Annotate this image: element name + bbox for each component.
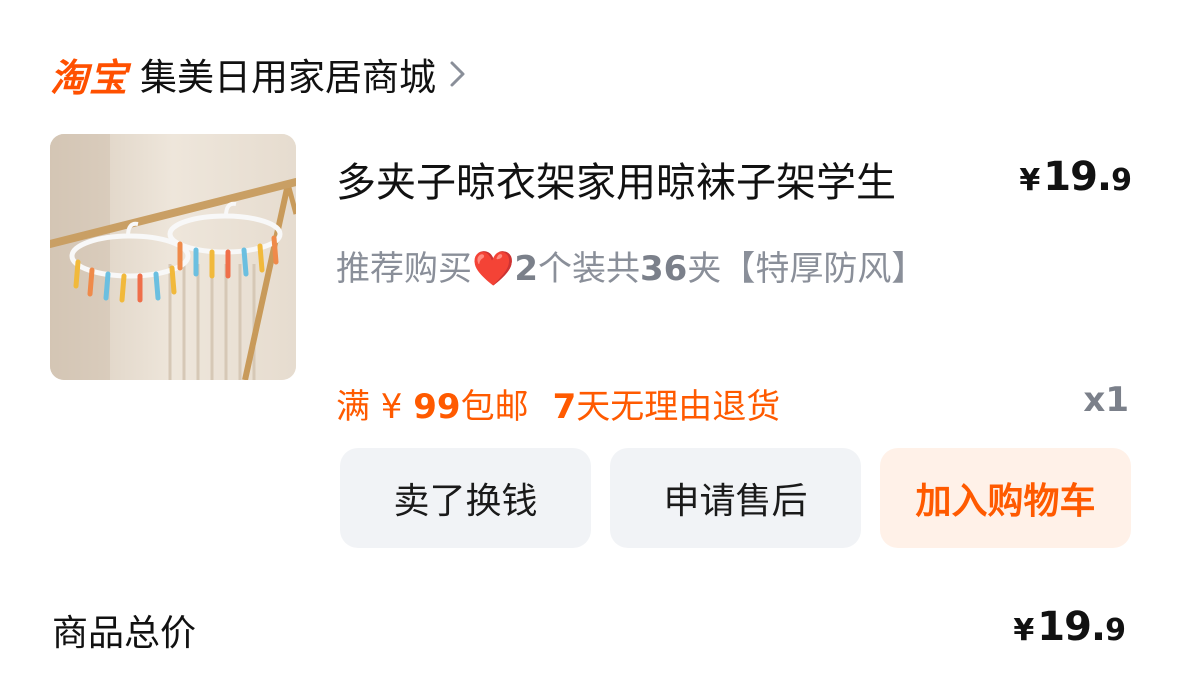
clothes-hanger-image [50,134,296,380]
spec-num-clips: 36 [640,249,688,289]
promo-tags: 满 ¥ 99包邮 7天无理由退货 [336,378,780,428]
total-label: 商品总价 [52,613,197,654]
product-spec: 推荐购买❤️2个装共36夹【特厚防风】 [336,240,956,298]
return-policy-text: 天无理由退货 [576,386,781,427]
price-decimal: 9 [1111,163,1132,198]
chevron-right-icon[interactable] [448,59,468,89]
spec-text-post: 夹【特厚防风】 [687,249,926,289]
price-integer: 19. [1043,154,1112,200]
heart-icon: ❤️ [472,249,515,289]
spec-num-pieces: 2 [514,249,539,289]
free-shipping-suffix: 包邮 [460,386,529,427]
spec-text-pre: 推荐购买 [336,249,472,289]
after-sale-button[interactable]: 申请售后 [610,448,861,548]
shop-header[interactable]: 淘宝 集美日用家居商城 [50,44,468,104]
spec-text-mid: 个装共 [538,249,641,289]
add-to-cart-button[interactable]: 加入购物车 [880,448,1131,548]
product-price: ¥19.9 [1019,154,1132,200]
product-title[interactable]: 多夹子晾衣架家用晾袜子架学生 [336,150,976,208]
return-policy-tag: 7天无理由退货 [553,379,781,428]
taobao-logo: 淘宝 [50,55,129,100]
return-days: 7 [552,386,577,427]
price-currency: ¥ [1019,163,1040,198]
sell-button[interactable]: 卖了换钱 [340,448,591,548]
free-shipping-tag: 满 ¥ 99包邮 [336,379,529,428]
product-thumbnail[interactable] [50,134,296,380]
shop-name[interactable]: 集美日用家居商城 [140,47,436,101]
total-integer: 19. [1037,604,1106,650]
free-shipping-threshold: 99 [413,386,461,427]
total-price: ¥19.9 [1013,604,1126,650]
total-currency: ¥ [1013,613,1034,648]
total-decimal: 9 [1105,613,1126,648]
order-item-card: 淘宝 集美日用家居商城 多夹子晾衣架家用晾袜子架学生 ¥ 19.9 推荐购买❤️… [0,0,1179,685]
quantity: x1 [1083,380,1129,420]
free-shipping-prefix: 满 ¥ [336,386,414,427]
